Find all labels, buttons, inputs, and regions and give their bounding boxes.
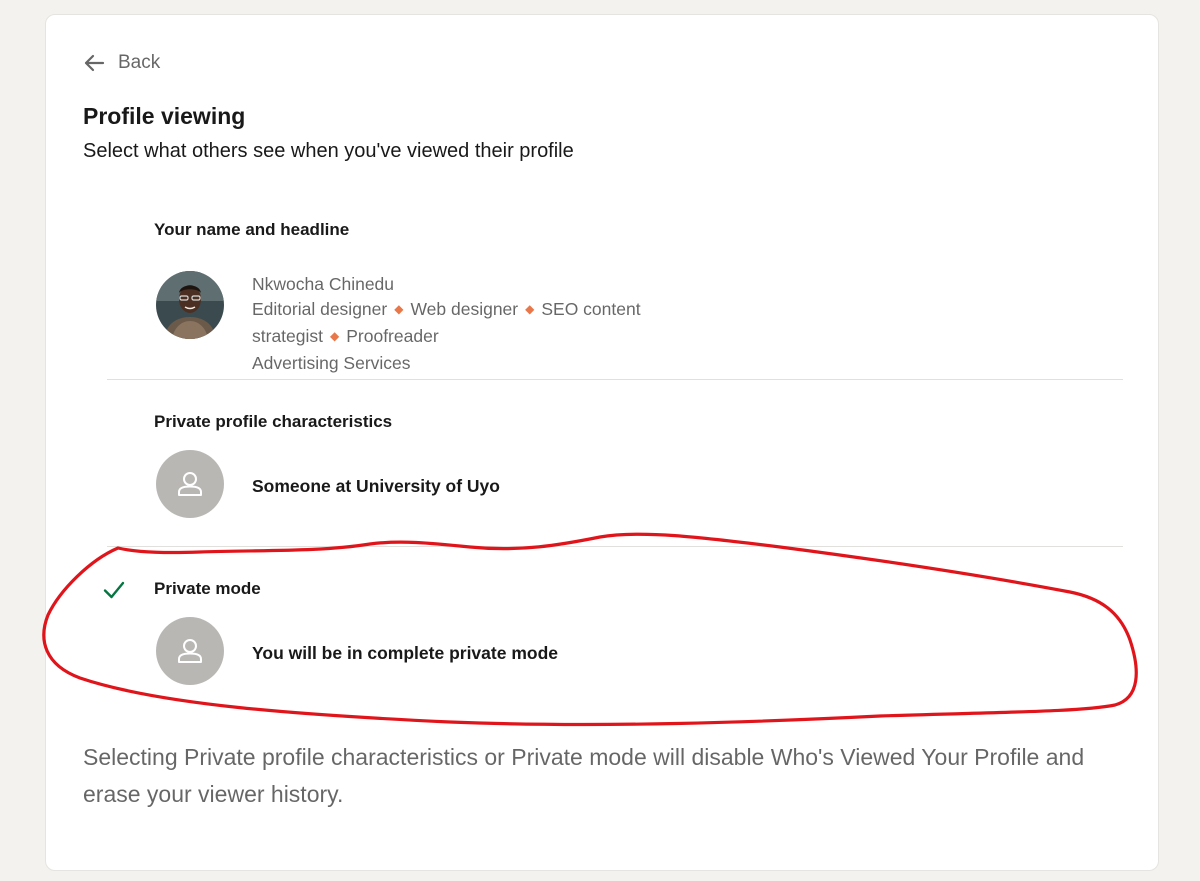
arrow-left-icon	[84, 54, 105, 72]
option-private-profile-characteristics[interactable]: Private profile characteristics Someone …	[107, 407, 1123, 547]
headline-info: Nkwocha Chinedu Editorial designer ◆ Web d…	[252, 272, 672, 376]
headline-part: strategist	[252, 326, 323, 346]
profile-viewing-card: Back Profile viewing Select what others …	[45, 14, 1159, 871]
option-description: Someone at University of Uyo	[252, 476, 500, 496]
diamond-separator-icon: ◆	[525, 302, 535, 316]
back-button[interactable]: Back	[82, 51, 160, 75]
option-label: Private profile characteristics	[154, 412, 393, 431]
option-label: Private mode	[154, 579, 261, 598]
headline-part: Web designer	[410, 299, 519, 319]
member-name: Nkwocha Chinedu	[252, 274, 395, 294]
privacy-footnote: Selecting Private profile characteristic…	[83, 744, 1085, 807]
ghost-person-icon	[156, 450, 224, 518]
option-name-and-headline[interactable]: Your name and headline Nkwocha Chinedu E…	[107, 215, 1123, 380]
option-label: Your name and headline	[154, 220, 350, 239]
divider	[107, 379, 1123, 380]
page-title: Profile viewing	[83, 103, 246, 129]
headline-part: Proofreader	[346, 326, 439, 346]
option-private-mode[interactable]: Private mode You will be in complete pri…	[103, 573, 1123, 713]
headline-part: Editorial designer	[252, 299, 388, 319]
back-label: Back	[118, 52, 161, 73]
ghost-person-icon	[156, 617, 224, 685]
page-subtitle: Select what others see when you've viewe…	[83, 140, 574, 162]
diamond-separator-icon: ◆	[394, 302, 404, 316]
member-industry: Advertising Services	[252, 353, 411, 373]
diamond-separator-icon: ◆	[330, 329, 340, 343]
checkmark-icon	[103, 581, 125, 599]
option-description: You will be in complete private mode	[252, 643, 558, 663]
profile-photo-avatar	[156, 271, 224, 339]
divider	[107, 546, 1123, 547]
headline-part: SEO content	[541, 299, 641, 319]
